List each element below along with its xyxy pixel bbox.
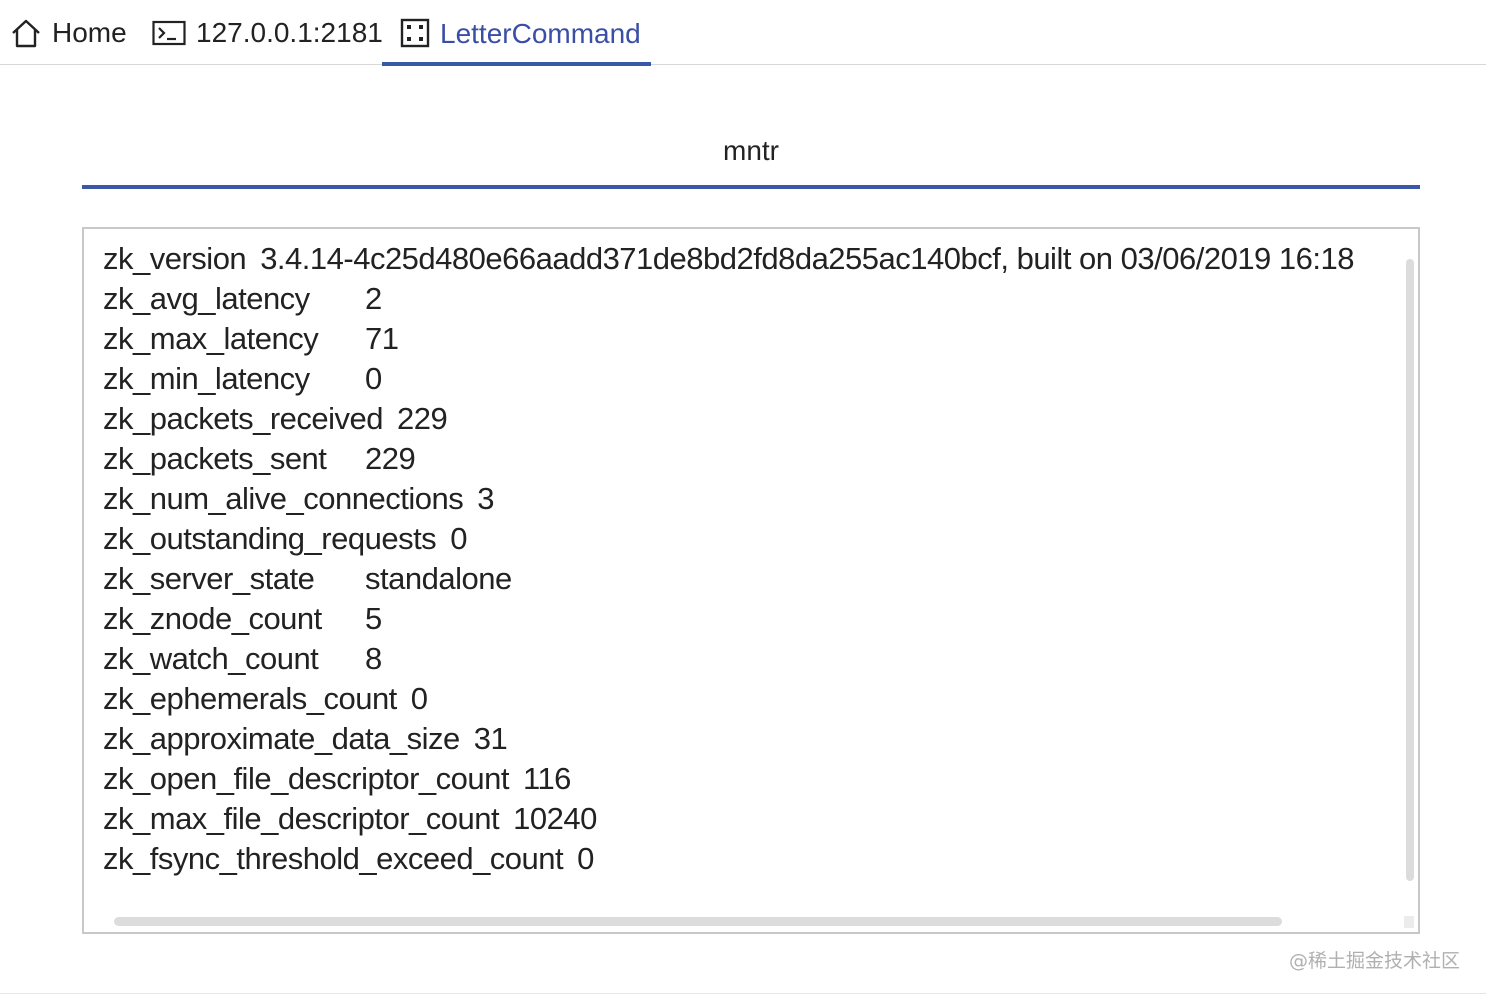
horizontal-scrollbar[interactable] bbox=[114, 917, 1282, 926]
tab-home-label: Home bbox=[52, 16, 127, 48]
output-value: 10240 bbox=[513, 801, 597, 836]
command-output[interactable]: zk_version 3.4.14-4c25d480e66aadd371de8bd… bbox=[82, 227, 1420, 934]
output-line: zk_server_state standalone bbox=[103, 559, 1354, 599]
output-line: zk_max_latency 71 bbox=[103, 319, 1354, 359]
output-lines: zk_version 3.4.14-4c25d480e66aadd371de8bd… bbox=[103, 239, 1354, 879]
output-line: zk_packets_received 229 bbox=[103, 399, 1354, 439]
output-key: zk_approximate_data_size bbox=[103, 721, 460, 756]
tab-lettercommand[interactable]: LetterCommand bbox=[382, 0, 651, 66]
output-key: zk_server_state bbox=[103, 561, 315, 596]
output-value: 31 bbox=[473, 721, 508, 756]
output-value: 229 bbox=[397, 401, 448, 436]
output-value: 8 bbox=[365, 641, 382, 676]
tab-home[interactable]: Home bbox=[10, 0, 127, 65]
tab-connection-label: 127.0.0.1:2181 bbox=[196, 16, 383, 48]
output-line: zk_watch_count 8 bbox=[103, 639, 1354, 679]
output-line: zk_avg_latency 2 bbox=[103, 279, 1354, 319]
output-value: 116 bbox=[523, 761, 571, 796]
output-key: zk_znode_count bbox=[103, 601, 322, 636]
tab-bar: Home 127.0.0.1:2181 LetterCommand bbox=[0, 0, 1486, 66]
output-key: zk_num_alive_connections bbox=[103, 481, 464, 516]
output-line: zk_znode_count 5 bbox=[103, 599, 1354, 639]
output-key: zk_ephemerals_count bbox=[103, 681, 397, 716]
terminal-icon bbox=[152, 20, 186, 46]
output-line: zk_ephemerals_count 0 bbox=[103, 679, 1354, 719]
dice-icon bbox=[400, 18, 430, 48]
output-value: 3.4.14-4c25d480e66aadd371de8bd2fd8da255a… bbox=[260, 241, 1354, 276]
bottom-divider bbox=[0, 993, 1486, 994]
output-line: zk_packets_sent 229 bbox=[103, 439, 1354, 479]
output-value: standalone bbox=[365, 561, 512, 596]
output-value: 0 bbox=[410, 681, 428, 716]
output-key: zk_fsync_threshold_exceed_count bbox=[103, 841, 564, 876]
vertical-scrollbar[interactable] bbox=[1406, 259, 1414, 881]
output-line: zk_max_file_descriptor_count 10240 bbox=[103, 799, 1354, 839]
output-line: zk_outstanding_requests 0 bbox=[103, 519, 1354, 559]
output-key: zk_max_file_descriptor_count bbox=[103, 801, 500, 836]
watermark: @稀土掘金技术社区 bbox=[1288, 950, 1460, 972]
output-key: zk_packets_sent bbox=[103, 441, 327, 476]
output-value: 3 bbox=[477, 481, 494, 516]
output-key: zk_version bbox=[103, 241, 247, 276]
output-key: zk_max_latency bbox=[103, 321, 319, 356]
output-line: zk_min_latency 0 bbox=[103, 359, 1354, 399]
output-line: zk_version 3.4.14-4c25d480e66aadd371de8bd… bbox=[103, 239, 1354, 279]
output-value: 0 bbox=[365, 361, 382, 396]
output-line: zk_fsync_threshold_exceed_count 0 bbox=[103, 839, 1354, 879]
output-value: 71 bbox=[365, 321, 399, 356]
output-key: zk_avg_latency bbox=[103, 281, 310, 316]
output-value: 229 bbox=[365, 441, 416, 476]
output-line: zk_approximate_data_size 31 bbox=[103, 719, 1354, 759]
tab-lettercommand-label: LetterCommand bbox=[440, 18, 641, 49]
output-value: 0 bbox=[577, 841, 594, 876]
output-key: zk_watch_count bbox=[103, 641, 319, 676]
output-key: zk_open_file_descriptor_count bbox=[103, 761, 510, 796]
output-line: zk_num_alive_connections 3 bbox=[103, 479, 1354, 519]
output-value: 2 bbox=[365, 281, 382, 316]
command-tab-underline bbox=[82, 185, 1420, 189]
tab-connection[interactable]: 127.0.0.1:2181 bbox=[152, 0, 383, 65]
output-key: zk_min_latency bbox=[103, 361, 310, 396]
output-line: zk_open_file_descriptor_count 116 bbox=[103, 759, 1354, 799]
output-key: zk_packets_received bbox=[103, 401, 384, 436]
command-tab-mntr[interactable]: mntr bbox=[82, 135, 1420, 167]
scrollbar-corner bbox=[1404, 916, 1414, 928]
output-value: 5 bbox=[365, 601, 382, 636]
output-value: 0 bbox=[450, 521, 467, 556]
output-key: zk_outstanding_requests bbox=[103, 521, 437, 556]
home-icon bbox=[10, 18, 42, 48]
